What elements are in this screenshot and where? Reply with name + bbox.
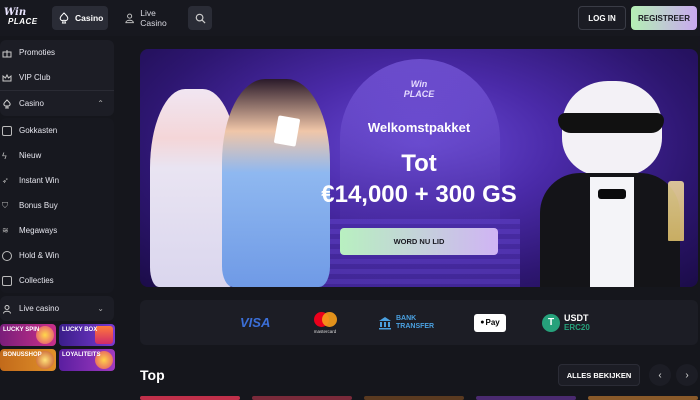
game-card-peek[interactable] [364, 396, 464, 400]
usdt-erc20-logo: T USDT ERC20 [542, 300, 590, 345]
banner-logo-line1: Win [410, 79, 428, 89]
sidebar-item-instant-win[interactable]: ➶ Instant Win [0, 168, 114, 193]
bank-icon [379, 316, 391, 329]
collection-icon [2, 275, 12, 286]
megaways-icon: ≋ [2, 225, 9, 235]
search-icon [195, 13, 206, 24]
sidebar-item-label: Collecties [19, 276, 54, 285]
join-now-button[interactable]: WORD NU LID [340, 228, 498, 255]
game-card-peek[interactable] [252, 396, 352, 400]
next-arrow-button[interactable]: › [676, 364, 698, 386]
chevron-left-icon: ‹ [658, 369, 662, 381]
tile-label: LUCKY SPIN [3, 327, 40, 333]
dealer-icon [3, 304, 11, 314]
chevron-down-icon[interactable]: ⌄ [97, 304, 104, 313]
dealer-icon [125, 13, 134, 24]
sidebar-item-label: Casino [19, 99, 44, 108]
banner-logo: Win PLACE [140, 79, 698, 99]
tile-label: LOYALITEITS [62, 352, 101, 358]
sidebar-item-label: Hold & Win [19, 251, 60, 260]
tile-label: LUCKY BOX [62, 327, 98, 333]
sidebar-item-casino[interactable]: Casino ⌃ [0, 91, 114, 116]
apple-pay-label: Pay [485, 318, 500, 327]
sidebar-item-label: Instant Win [19, 176, 60, 185]
sidebar-top-group: Promoties VIP Club Casino ⌃ [0, 40, 114, 116]
mastercard-label: mastercard [313, 328, 337, 334]
sidebar-item-promoties[interactable]: Promoties [0, 40, 114, 65]
prev-arrow-button[interactable]: ‹ [649, 364, 671, 386]
slot-machine-icon [2, 125, 12, 136]
tile-loyaliteits[interactable]: LOYALITEITS [59, 349, 115, 371]
payment-methods-bar: VISA mastercard BANK TRANSFER ● Pay T US… [140, 300, 698, 345]
sidebar-item-label: Bonus Buy [19, 201, 58, 210]
logo-line1: Win [4, 7, 27, 18]
coins-icon [2, 250, 12, 261]
sidebar-item-label: Nieuw [19, 151, 42, 160]
game-card-peek[interactable] [588, 396, 698, 400]
search-button[interactable] [188, 6, 212, 30]
spade-icon [3, 98, 11, 108]
chevron-up-icon[interactable]: ⌃ [97, 99, 104, 108]
sidebar-item-megaways[interactable]: ≋ Megaways [0, 218, 114, 243]
sidebar-item-label: VIP Club [19, 73, 51, 82]
gift-icon [2, 49, 12, 57]
lightning-icon: ϟ [2, 150, 7, 161]
visa-logo: VISA [240, 300, 270, 345]
mastercard-logo: mastercard [312, 300, 338, 345]
crown-icon [2, 73, 12, 81]
visa-label: VISA [240, 315, 271, 330]
sidebar-item-hold-win[interactable]: Hold & Win [0, 243, 114, 268]
sidebar-item-vip-club[interactable]: VIP Club [0, 65, 114, 90]
section-title-top: Top [140, 367, 165, 383]
rocket-icon: ➶ [2, 175, 9, 185]
sidebar-item-live-casino[interactable]: Live casino ⌄ [0, 296, 114, 321]
erc20-label: ERC20 [564, 322, 590, 332]
tab-casino[interactable]: Casino [52, 6, 108, 30]
sidebar-item-label: Megaways [19, 226, 58, 235]
login-button[interactable]: LOG IN [578, 6, 626, 30]
tile-lucky-box[interactable]: LUCKY BOX [59, 324, 115, 346]
sidebar-item-nieuw[interactable]: ϟ Nieuw [0, 143, 114, 168]
game-card-peek[interactable] [476, 396, 576, 400]
banner-subtitle: Welkomstpakket [367, 120, 471, 135]
see-all-button[interactable]: ALLES BEKIJKEN [558, 364, 640, 386]
promo-tiles: LUCKY SPIN LUCKY BOX BONUSSHOP LOYALITEI… [0, 321, 116, 374]
tile-label: BONUSSHOP [3, 352, 42, 358]
gift-box-icon [95, 326, 113, 344]
tile-bonusshop[interactable]: BONUSSHOP [0, 349, 56, 371]
cart-icon: ⛉ [2, 200, 8, 210]
apple-icon: ● [480, 319, 485, 326]
welcome-banner[interactable]: Win PLACE Welkomstpakket Tot €14,000 + 3… [140, 49, 698, 287]
banner-amount: €14,000 + 300 GS [321, 181, 517, 208]
tab-live-casino-label: Live Casino [140, 8, 167, 28]
sidebar-live-group: Live casino ⌄ [0, 296, 114, 321]
tile-lucky-spin[interactable]: LUCKY SPIN [0, 324, 56, 346]
usdt-label: USDT [564, 312, 589, 323]
spade-icon [59, 12, 69, 24]
banner-headline: Tot [401, 150, 437, 177]
sidebar-item-label: Live casino [19, 304, 60, 313]
sidebar-item-bonus-buy[interactable]: ⛉ Bonus Buy [0, 193, 114, 218]
bank-transfer-line2: TRANSFER [396, 322, 435, 330]
game-card-peek[interactable] [140, 396, 240, 400]
sidebar: Promoties VIP Club Casino ⌃ Gokkasten ϟ … [0, 40, 116, 400]
tab-live-casino[interactable]: Live Casino [118, 6, 182, 30]
banner-logo-line2: PLACE [403, 89, 435, 99]
casino-submenu: Gokkasten ϟ Nieuw ➶ Instant Win ⛉ Bonus … [0, 118, 114, 293]
top-navigation-bar: Win PLACE Casino Live Casino LOG IN REGI… [0, 0, 700, 36]
bank-transfer-logo: BANK TRANSFER [378, 300, 434, 345]
sidebar-item-collecties[interactable]: Collecties [0, 268, 114, 293]
apple-pay-logo: ● Pay [474, 300, 506, 345]
sidebar-item-label: Promoties [19, 48, 56, 57]
register-button[interactable]: REGISTREER [631, 6, 697, 30]
mastercard-circles-icon [312, 311, 338, 327]
tether-icon: T [542, 313, 560, 332]
chevron-right-icon: › [685, 369, 689, 381]
sidebar-item-gokkasten[interactable]: Gokkasten [0, 118, 114, 143]
winplace-logo[interactable]: Win PLACE [4, 8, 44, 30]
logo-line2: PLACE [8, 17, 38, 26]
bank-transfer-line1: BANK [396, 314, 417, 322]
sidebar-item-label: Gokkasten [19, 126, 58, 135]
tab-casino-label: Casino [75, 13, 104, 23]
